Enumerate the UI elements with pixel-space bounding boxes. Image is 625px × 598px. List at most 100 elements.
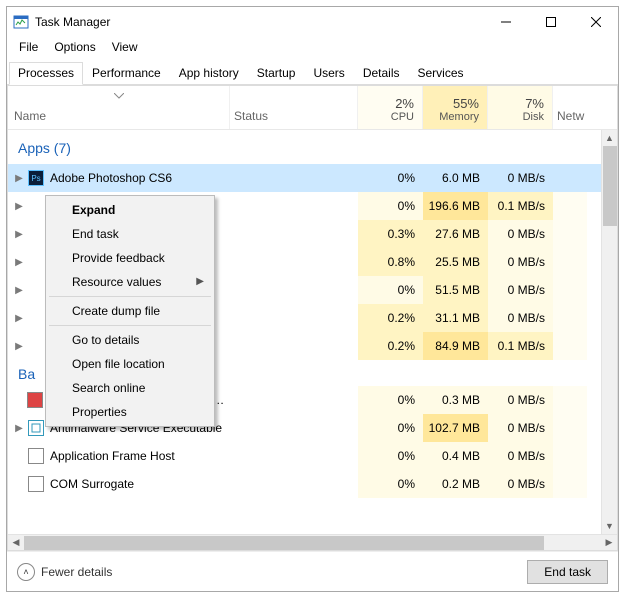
cell-mem: 0.4 MB [423,442,488,470]
col-network[interactable]: Netw [553,86,587,129]
expand-icon[interactable]: ▶ [10,285,28,296]
cpu-usage-total: 2% [395,96,414,111]
cell-disk: 0.1 MB/s [488,192,553,220]
col-cpu[interactable]: 2% CPU [358,86,423,129]
cell-cpu: 0% [358,164,423,192]
menu-file[interactable]: File [11,38,46,56]
ctx-open-file-location[interactable]: Open file location [48,352,212,376]
cell-disk: 0 MB/s [488,220,553,248]
scroll-down-icon[interactable]: ▼ [602,518,618,534]
maximize-button[interactable] [528,8,573,36]
app-icon [28,476,44,492]
titlebar: Task Manager [7,7,618,37]
tab-details[interactable]: Details [354,62,409,85]
cell-mem: 196.6 MB [423,192,488,220]
fewer-details-button[interactable]: ˄ Fewer details [17,563,112,581]
ctx-create-dump[interactable]: Create dump file [48,299,212,323]
submenu-icon: ▶ [196,276,204,287]
col-memory[interactable]: 55% Memory [423,86,488,129]
menu-options[interactable]: Options [46,38,103,56]
cell-mem: 51.5 MB [423,276,488,304]
col-name-label: Name [14,109,223,123]
cell-disk: 0 MB/s [488,248,553,276]
scroll-left-icon[interactable]: ◀ [8,535,24,551]
photoshop-icon: Ps [28,170,44,186]
expand-icon[interactable]: ▶ [10,257,28,268]
tab-app-history[interactable]: App history [170,62,248,85]
close-button[interactable] [573,8,618,36]
cell-mem: 102.7 MB [423,414,488,442]
cell-cpu: 0% [358,470,423,498]
process-name: COM Surrogate [50,477,134,491]
cell-disk: 0 MB/s [488,442,553,470]
cell-disk: 0 MB/s [488,470,553,498]
cell-mem: 0.3 MB [423,386,488,414]
cell-cpu: 0% [358,386,423,414]
ctx-provide-feedback[interactable]: Provide feedback [48,246,212,270]
process-name: Adobe Photoshop CS6 [50,171,172,185]
scrollbar-thumb[interactable] [603,146,617,226]
scrollbar-thumb[interactable] [24,536,544,550]
col-network-label: Netw [557,109,584,123]
expand-icon[interactable]: ▶ [10,313,28,324]
cell-mem: 27.6 MB [423,220,488,248]
cell-disk: 0.1 MB/s [488,332,553,360]
cell-disk: 0 MB/s [488,276,553,304]
cell-mem: 25.5 MB [423,248,488,276]
ctx-go-to-details[interactable]: Go to details [48,328,212,352]
cell-cpu: 0.3% [358,220,423,248]
menubar: File Options View [7,37,618,57]
col-cpu-label: CPU [391,111,414,123]
cell-cpu: 0.2% [358,332,423,360]
tab-users[interactable]: Users [304,62,353,85]
horizontal-scrollbar[interactable]: ◀ ▶ [8,534,617,550]
end-task-button[interactable]: End task [527,560,608,584]
cell-mem: 84.9 MB [423,332,488,360]
scroll-right-icon[interactable]: ▶ [601,535,617,551]
col-name[interactable]: Name [8,86,230,129]
tab-startup[interactable]: Startup [248,62,305,85]
ctx-properties[interactable]: Properties [48,400,212,424]
ctx-search-online[interactable]: Search online [48,376,212,400]
expand-icon[interactable]: ▶ [10,423,28,434]
separator [49,296,211,297]
fewer-details-label: Fewer details [41,565,112,579]
cell-mem: 31.1 MB [423,304,488,332]
process-row-selected[interactable]: ▶ Ps Adobe Photoshop CS6 0% 6.0 MB 0 MB/… [8,164,617,192]
tab-processes[interactable]: Processes [9,62,83,85]
col-disk-label: Disk [523,111,544,123]
cell-cpu: 0% [358,442,423,470]
cell-disk: 0 MB/s [488,164,553,192]
app-icon [28,420,44,436]
sort-indicator-icon [114,88,124,102]
ctx-end-task[interactable]: End task [48,222,212,246]
window-title: Task Manager [35,15,483,29]
cell-cpu: 0% [358,414,423,442]
expand-icon[interactable]: ▶ [10,341,28,352]
tab-performance[interactable]: Performance [83,62,170,85]
group-apps[interactable]: Apps (7) [8,130,617,164]
expand-icon[interactable]: ▶ [10,173,28,184]
minimize-button[interactable] [483,8,528,36]
cell-mem: 0.2 MB [423,470,488,498]
expand-icon[interactable]: ▶ [10,201,28,212]
footer: ˄ Fewer details End task [7,551,618,591]
header-row: Name Status 2% CPU 55% Memory 7% Disk Ne… [8,86,617,130]
scroll-up-icon[interactable]: ▲ [602,130,618,146]
col-status[interactable]: Status [230,86,358,129]
cell-cpu: 0% [358,276,423,304]
ctx-expand[interactable]: Expand [48,198,212,222]
tab-services[interactable]: Services [409,62,473,85]
ctx-resource-values[interactable]: Resource values ▶ [48,270,212,294]
expand-icon[interactable]: ▶ [10,229,28,240]
cell-cpu: 0.8% [358,248,423,276]
window-controls [483,8,618,36]
process-row[interactable]: ▶ Application Frame Host 0% 0.4 MB 0 MB/… [8,442,617,470]
process-row[interactable]: ▶ COM Surrogate 0% 0.2 MB 0 MB/s [8,470,617,498]
menu-view[interactable]: View [104,38,146,56]
separator [49,325,211,326]
disk-usage-total: 7% [525,96,544,111]
col-disk[interactable]: 7% Disk [488,86,553,129]
vertical-scrollbar[interactable]: ▲ ▼ [601,130,617,534]
process-name: Application Frame Host [50,449,175,463]
